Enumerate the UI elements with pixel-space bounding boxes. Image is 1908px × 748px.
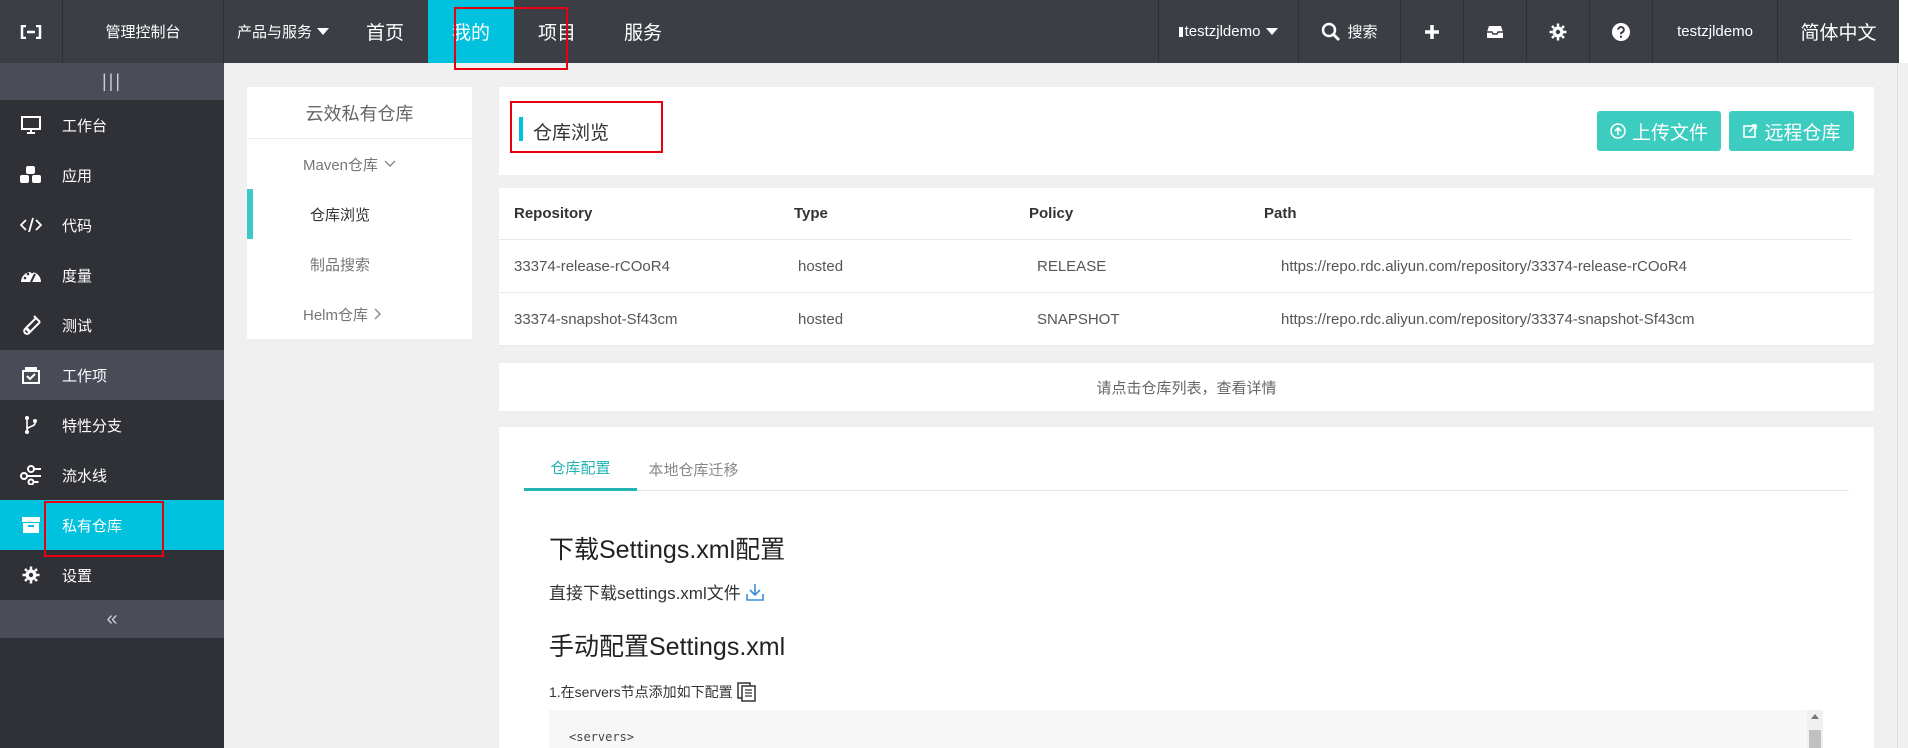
cubes-icon bbox=[20, 166, 41, 183]
monitor-icon bbox=[21, 116, 41, 134]
tab-repo-config[interactable]: 仓库配置 bbox=[524, 447, 637, 491]
products-dropdown[interactable]: 产品与服务 bbox=[224, 0, 342, 63]
header-path: Path bbox=[1264, 205, 1297, 222]
aliyun-logo[interactable] bbox=[0, 0, 63, 63]
topbar-scroll-edge bbox=[1899, 0, 1908, 63]
annotation-box-nav-mine bbox=[454, 7, 568, 70]
external-link-icon bbox=[1743, 124, 1758, 138]
sidebar-item-pipeline[interactable]: 流水线 bbox=[0, 450, 224, 500]
inbox-icon bbox=[1487, 25, 1503, 38]
plus-icon bbox=[1425, 24, 1439, 39]
pipeline-icon bbox=[20, 465, 41, 485]
annotation-box-page-title bbox=[510, 101, 663, 153]
chevron-down-icon bbox=[384, 160, 396, 167]
download-icon[interactable] bbox=[745, 582, 765, 602]
sidebar-toggle[interactable]: ||| bbox=[0, 63, 224, 100]
remote-repo-button[interactable]: 远程仓库 bbox=[1729, 111, 1854, 151]
user-menu[interactable]: testzjldemo bbox=[1652, 0, 1777, 63]
add-button[interactable] bbox=[1400, 0, 1463, 63]
inbox-button[interactable] bbox=[1463, 0, 1526, 63]
submenu-helm[interactable]: Helm仓库 bbox=[247, 289, 472, 339]
gear-icon bbox=[22, 566, 40, 584]
table-row[interactable]: 33374-snapshot-Sf43cm hosted SNAPSHOT ht… bbox=[499, 293, 1874, 346]
search-icon bbox=[1322, 22, 1341, 41]
direct-download-text: 直接下载settings.xml文件 bbox=[549, 579, 765, 604]
select-repo-hint: 请点击仓库列表，查看详情 bbox=[499, 363, 1874, 411]
servers-code-block[interactable]: <servers> bbox=[549, 710, 1823, 748]
submenu-browse[interactable]: 仓库浏览 bbox=[247, 189, 472, 239]
cell-type: hosted bbox=[798, 310, 844, 328]
config-tabs: 仓库配置 本地仓库迁移 bbox=[524, 447, 1849, 491]
submenu-artifact-search[interactable]: 制品搜索 bbox=[247, 239, 472, 289]
scroll-up-icon bbox=[1811, 714, 1819, 719]
cell-path: https://repo.rdc.aliyun.com/repository/3… bbox=[1281, 310, 1695, 328]
box-icon bbox=[22, 517, 40, 533]
annotation-box-private-repo bbox=[44, 501, 164, 557]
sidebar: ||| 工作台 应用 代码 度量 测试 工作项 特性分支 流水线 私有仓库 设置… bbox=[0, 63, 224, 748]
main-header: 仓库浏览 上传文件 远程仓库 bbox=[499, 87, 1874, 175]
inbox-check-icon bbox=[22, 367, 40, 384]
test-tube-icon bbox=[23, 315, 41, 335]
phone-icon bbox=[1178, 26, 1183, 37]
gear-icon bbox=[1549, 23, 1567, 40]
caret-down-icon bbox=[1266, 28, 1279, 35]
code-icon bbox=[20, 217, 42, 233]
header-type: Type bbox=[794, 205, 828, 222]
sidebar-item-metrics[interactable]: 度量 bbox=[0, 250, 224, 300]
header-policy: Policy bbox=[1029, 205, 1074, 222]
upload-icon bbox=[1610, 123, 1626, 139]
cell-policy: SNAPSHOT bbox=[1037, 310, 1120, 328]
code-scrollbar[interactable] bbox=[1807, 710, 1823, 748]
sidebar-item-workbench[interactable]: 工作台 bbox=[0, 100, 224, 150]
console-link[interactable]: 管理控制台 bbox=[63, 0, 224, 63]
step1-text: 1.在servers节点添加如下配置 bbox=[549, 682, 757, 702]
cell-path: https://repo.rdc.aliyun.com/repository/3… bbox=[1281, 257, 1688, 275]
download-settings-heading: 下载Settings.xml配置 bbox=[549, 536, 786, 564]
sidebar-item-workitems[interactable]: 工作项 bbox=[0, 350, 224, 400]
cell-type: hosted bbox=[798, 257, 844, 275]
language-switch[interactable]: 简体中文 bbox=[1777, 0, 1899, 63]
table-row[interactable]: 33374-release-rCOoR4 hosted RELEASE http… bbox=[499, 240, 1874, 293]
header-repository: Repository bbox=[514, 205, 593, 222]
sidebar-item-code[interactable]: 代码 bbox=[0, 200, 224, 250]
sidebar-collapse-button[interactable]: « bbox=[0, 600, 224, 638]
help-button[interactable] bbox=[1589, 0, 1652, 63]
search-button[interactable]: 搜索 bbox=[1298, 0, 1400, 63]
config-panel: 仓库配置 本地仓库迁移 下载Settings.xml配置 直接下载setting… bbox=[499, 427, 1874, 748]
nav-services[interactable]: 服务 bbox=[600, 0, 686, 63]
sidebar-item-apps[interactable]: 应用 bbox=[0, 150, 224, 200]
sidebar-item-settings[interactable]: 设置 bbox=[0, 550, 224, 600]
submenu-title: 云效私有仓库 bbox=[247, 87, 472, 139]
scroll-thumb[interactable] bbox=[1809, 730, 1821, 748]
submenu-maven[interactable]: Maven仓库 bbox=[247, 139, 472, 189]
top-bar: 管理控制台 产品与服务 首页 我的 项目 服务 testzjldemo 搜索 t… bbox=[0, 0, 1908, 63]
table-header: Repository Type Policy Path bbox=[499, 188, 1852, 240]
dashboard-icon bbox=[21, 270, 41, 283]
page-scrollbar[interactable] bbox=[1897, 63, 1908, 748]
double-chevron-left-icon: « bbox=[106, 607, 118, 630]
sidebar-item-feature-branch[interactable]: 特性分支 bbox=[0, 400, 224, 450]
menu-bars-icon: ||| bbox=[101, 71, 123, 91]
copy-icon[interactable] bbox=[736, 682, 757, 702]
repo-submenu: 云效私有仓库 Maven仓库 仓库浏览 制品搜索 Helm仓库 bbox=[247, 87, 472, 339]
nav-home[interactable]: 首页 bbox=[342, 0, 428, 63]
help-icon bbox=[1612, 22, 1630, 41]
logo-icon bbox=[20, 24, 42, 39]
account-dropdown[interactable]: testzjldemo bbox=[1158, 0, 1298, 63]
cell-repository: 33374-snapshot-Sf43cm bbox=[514, 310, 678, 328]
caret-down-icon bbox=[317, 28, 329, 35]
upload-file-button[interactable]: 上传文件 bbox=[1597, 111, 1721, 151]
tab-local-migration[interactable]: 本地仓库迁移 bbox=[637, 447, 750, 491]
settings-button[interactable] bbox=[1526, 0, 1589, 63]
cell-repository: 33374-release-rCOoR4 bbox=[514, 257, 670, 275]
manual-settings-heading: 手动配置Settings.xml bbox=[549, 633, 786, 661]
chevron-right-icon bbox=[374, 308, 382, 320]
branch-icon bbox=[25, 416, 37, 434]
sidebar-item-testing[interactable]: 测试 bbox=[0, 300, 224, 350]
cell-policy: RELEASE bbox=[1037, 257, 1107, 275]
repository-table: Repository Type Policy Path 33374-releas… bbox=[499, 188, 1874, 346]
